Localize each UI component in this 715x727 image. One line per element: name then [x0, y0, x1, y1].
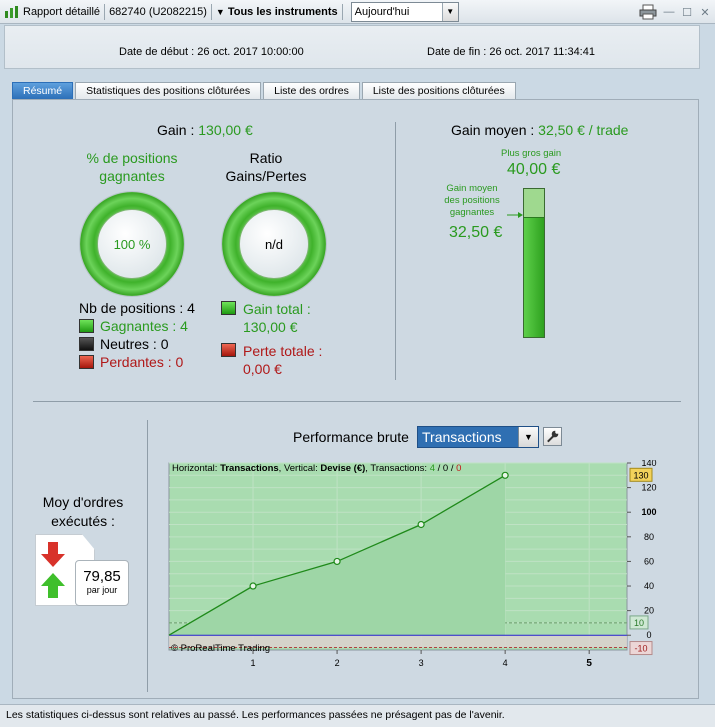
- chart-point: [417, 520, 425, 529]
- positions-count: Nb de positions : 4: [79, 300, 195, 316]
- losing-count: Perdantes : 0: [100, 354, 184, 370]
- average-gain-bar: [523, 188, 545, 338]
- losing-swatch: [79, 355, 94, 369]
- orders-title: Moy d'ordres exécutés :: [42, 494, 124, 529]
- toolbar: Rapport détaillé 682740 (U2082215) ▼ Tou…: [0, 0, 715, 24]
- average-gain-heading: Gain moyen : 32,50 € / trade: [451, 122, 629, 138]
- minimize-icon[interactable]: —: [663, 6, 675, 18]
- tab-closed-positions-stats[interactable]: Statistiques des positions clôturées: [75, 82, 262, 99]
- period-select[interactable]: Aujourd'hui ▼: [350, 1, 459, 22]
- x-tick-label: 2: [335, 658, 340, 668]
- x-tick-label: 5: [586, 658, 592, 669]
- winning-pct-value: 100 %: [97, 209, 167, 279]
- orders-unit: par jour: [86, 585, 118, 595]
- date-range-bar: Date de début : 26 oct. 2017 10:00:00 Da…: [4, 25, 700, 69]
- wrench-icon: [547, 430, 559, 443]
- report-icon: [5, 5, 18, 18]
- chart-point: [333, 557, 341, 566]
- y-tick-label: 40: [644, 581, 654, 591]
- x-tick-label: 4: [503, 658, 508, 668]
- chart-legend: Horizontal: Transactions, Vertical: Devi…: [172, 463, 461, 474]
- y-tick-label: 60: [644, 556, 654, 566]
- avg-winning-label: Gain moyen des positions gagnantes: [444, 183, 500, 218]
- orders-value: 79,85: [83, 568, 121, 585]
- performance-chart: 1 2 3 4 5 140 120 100 80 60 40 20 0 130 10 -10 Horizo…: [168, 460, 657, 669]
- report-label: Rapport détaillé: [23, 5, 101, 18]
- neutral-count: Neutres : 0: [100, 336, 169, 352]
- gain-value: 130,00 €: [198, 122, 253, 138]
- up-down-arrows-icon: [41, 542, 65, 598]
- disclaimer-footer: Les statistiques ci-dessus sont relative…: [0, 704, 715, 727]
- avg-winning-value: 32,50 €: [449, 224, 503, 241]
- performance-label: Performance brute: [293, 429, 409, 445]
- y-tick-label: 120: [641, 483, 656, 493]
- window-controls: — ☐ ✕: [639, 0, 711, 24]
- performance-select[interactable]: Transactions ▼: [417, 426, 539, 448]
- printer-icon[interactable]: [639, 4, 657, 20]
- loss-total-swatch: [221, 343, 236, 357]
- vertical-divider-bottom: [147, 420, 148, 692]
- gain-total: Gain total : 130,00 €: [243, 301, 311, 335]
- chart-y-ticks: 140 120 100 80 60 40 20 0: [627, 460, 657, 640]
- horizontal-divider: [33, 401, 681, 402]
- upper-band-label: 10: [634, 618, 644, 628]
- account-label: 682740 (U2082215): [109, 5, 207, 18]
- period-value: Aujourd'hui: [354, 5, 410, 18]
- tab-closed-positions-list[interactable]: Liste des positions clôturées: [361, 82, 516, 99]
- tab-orders-list[interactable]: Liste des ordres: [263, 82, 360, 99]
- chart-settings-button[interactable]: [543, 427, 562, 446]
- start-date: Date de début : 26 oct. 2017 10:00:00: [119, 46, 304, 58]
- gain-heading: Gain : 130,00 €: [157, 122, 253, 138]
- chart-x-ticks: 1 2 3 4 5: [251, 650, 592, 669]
- chevron-down-icon[interactable]: ▼: [441, 2, 458, 21]
- neutral-swatch: [79, 337, 94, 351]
- y-tick-label: 140: [641, 460, 656, 468]
- x-tick-label: 1: [251, 658, 256, 668]
- maximize-icon[interactable]: ☐: [681, 6, 693, 19]
- y-tick-label: 80: [644, 532, 654, 542]
- y-tick-label: 100: [641, 507, 656, 517]
- chevron-down-icon[interactable]: ▼: [518, 427, 538, 447]
- toolbar-divider: [341, 3, 343, 20]
- ratio-value: n/d: [239, 209, 309, 279]
- average-gain-bar-fill: [524, 216, 544, 337]
- instruments-menu[interactable]: ▼ Tous les instruments: [212, 0, 342, 24]
- chart-point: [501, 471, 509, 479]
- tab-summary[interactable]: Résumé: [12, 82, 74, 99]
- orders-card: 79,85 par jour: [35, 534, 129, 606]
- chart-watermark: © ProRealTime Trading: [171, 643, 270, 654]
- winning-swatch: [79, 319, 94, 333]
- orders-value-box: 79,85 par jour: [75, 560, 129, 606]
- winning-pct-gauge: 100 %: [79, 191, 185, 297]
- report-button[interactable]: Rapport détaillé: [0, 0, 104, 24]
- biggest-gain-value: 40,00 €: [507, 161, 561, 178]
- ratio-gauge: n/d: [221, 191, 327, 297]
- summary-panel: Gain : 130,00 € % de positions gagnantes…: [12, 99, 699, 699]
- arrow-right-icon: [507, 210, 523, 218]
- current-value-label: 130: [633, 470, 648, 480]
- chart-point: [249, 582, 257, 590]
- y-tick-label: 20: [644, 606, 654, 616]
- gain-label: Gain :: [157, 122, 199, 138]
- close-icon[interactable]: ✕: [699, 6, 711, 19]
- end-date: Date de fin : 26 oct. 2017 11:34:41: [427, 46, 595, 58]
- triangle-down-icon: ▼: [215, 6, 225, 17]
- winning-count: Gagnantes : 4: [100, 318, 188, 334]
- performance-select-value: Transactions: [422, 429, 502, 445]
- gain-total-swatch: [221, 301, 236, 315]
- vertical-divider: [395, 122, 396, 380]
- biggest-gain-label: Plus gros gain: [501, 148, 562, 159]
- lower-band-label: -10: [634, 644, 647, 654]
- y-tick-label: 0: [646, 630, 651, 640]
- x-tick-label: 3: [419, 658, 424, 668]
- ratio-title: Ratio Gains/Pertes: [225, 150, 307, 184]
- instruments-label: Tous les instruments: [227, 5, 338, 18]
- tab-bar: Résumé Statistiques des positions clôtur…: [12, 82, 518, 99]
- loss-total: Perte totale : 0,00 €: [243, 343, 323, 377]
- winning-pct-title: % de positions gagnantes: [86, 150, 178, 184]
